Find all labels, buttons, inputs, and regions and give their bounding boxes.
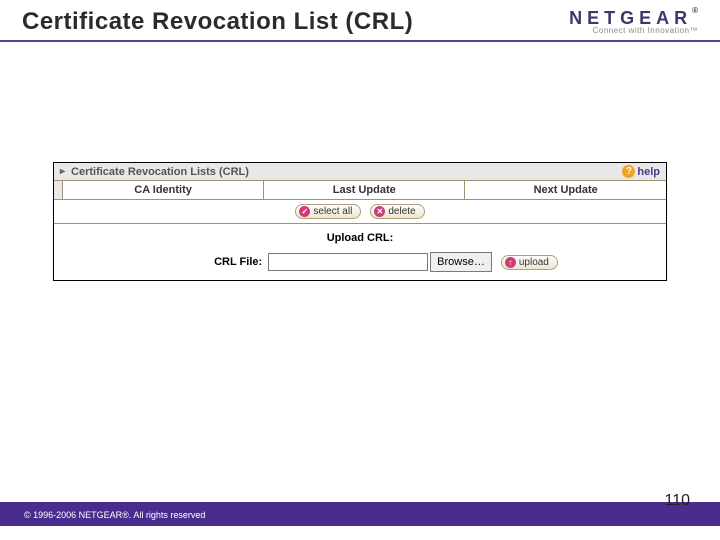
copyright-text: © 1996-2006 NETGEAR®. All rights reserve… (24, 510, 205, 520)
file-input-group: Browse… (268, 252, 492, 272)
page-title: Certificate Revocation List (CRL) (22, 8, 413, 36)
delete-icon: ✕ (374, 206, 385, 217)
panel-titlebar-left: ▸ Certificate Revocation Lists (CRL) (60, 166, 249, 178)
browse-button[interactable]: Browse… (430, 252, 492, 272)
upload-button[interactable]: ↑ upload (501, 255, 558, 270)
upload-row: CRL File: Browse… ↑ upload (54, 248, 666, 280)
page-number: 110 (664, 492, 690, 510)
select-all-button[interactable]: ✓ select all (295, 204, 361, 219)
upload-label: upload (519, 257, 549, 268)
brand-block: NETGEAR® Connect with Innovation™ (569, 9, 698, 35)
col-ca-identity: CA Identity (63, 181, 264, 200)
crl-panel: ▸ Certificate Revocation Lists (CRL) ? h… (53, 162, 667, 281)
upload-section: Upload CRL: CRL File: Browse… ↑ upload (54, 224, 666, 280)
delete-button[interactable]: ✕ delete (370, 204, 424, 219)
upload-section-title: Upload CRL: (54, 224, 666, 248)
upload-icon: ↑ (505, 257, 516, 268)
table-action-row: ✓ select all ✕ delete (54, 200, 666, 224)
table-header-row: CA Identity Last Update Next Update (54, 181, 666, 200)
help-icon: ? (622, 165, 635, 178)
check-icon: ✓ (299, 206, 310, 217)
disclosure-icon[interactable]: ▸ (60, 166, 65, 177)
slide-header: Certificate Revocation List (CRL) NETGEA… (0, 0, 720, 42)
help-link[interactable]: ? help (622, 165, 660, 178)
crl-file-label: CRL File: (82, 256, 262, 268)
brand-registered: ® (692, 6, 698, 15)
help-label: help (637, 166, 660, 178)
brand-name-text: NETGEAR (569, 8, 692, 28)
col-checkbox (54, 181, 63, 200)
col-next-update: Next Update (465, 181, 666, 200)
col-last-update: Last Update (264, 181, 465, 200)
panel-title-text: Certificate Revocation Lists (CRL) (71, 166, 249, 178)
brand-tagline: Connect with Innovation™ (569, 27, 698, 35)
select-all-label: select all (313, 206, 352, 217)
crl-file-input[interactable] (268, 253, 428, 271)
panel-titlebar: ▸ Certificate Revocation Lists (CRL) ? h… (54, 163, 666, 181)
crl-panel-wrap: ▸ Certificate Revocation Lists (CRL) ? h… (53, 162, 667, 281)
brand-name: NETGEAR® (569, 9, 698, 27)
crl-table: CA Identity Last Update Next Update ✓ se… (54, 181, 666, 224)
delete-label: delete (388, 206, 415, 217)
